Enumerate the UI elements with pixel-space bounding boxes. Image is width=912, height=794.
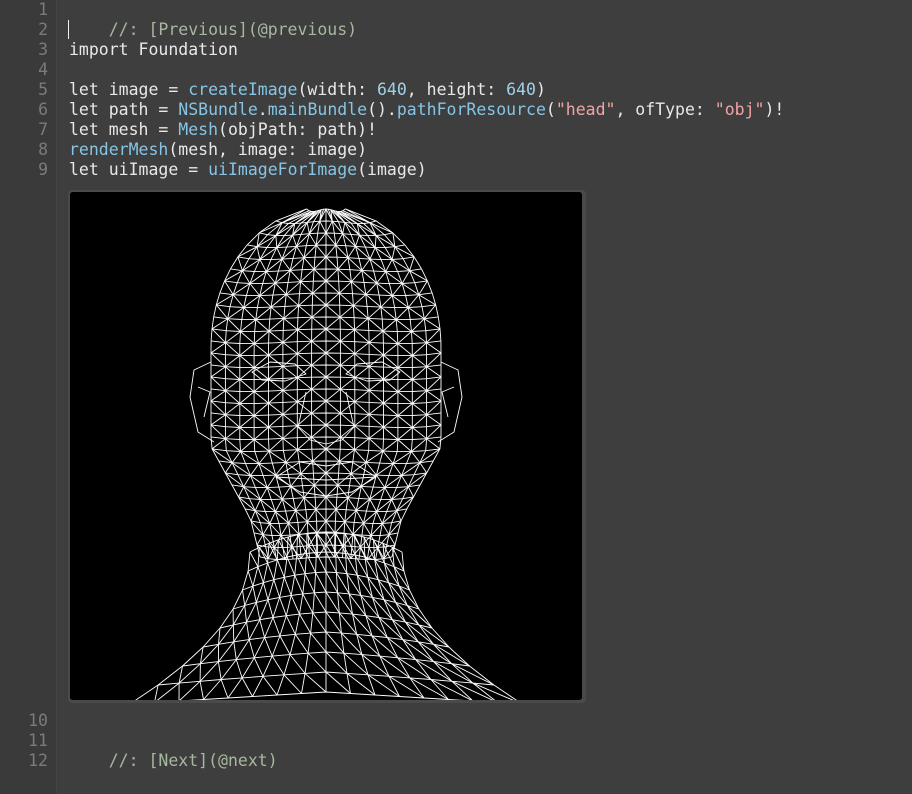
code-text: image = xyxy=(98,80,189,99)
code-line-11[interactable]: //: [Next](@next) xyxy=(69,731,278,770)
code-text: mesh = xyxy=(98,120,179,139)
function-name: pathForResource xyxy=(396,100,546,119)
previous-page-link-comment[interactable]: //: [Previous](@previous) xyxy=(109,20,357,39)
code-line-9[interactable]: let uiImage = uiImageForImage(image) xyxy=(69,160,427,180)
line-number: 4 xyxy=(38,60,48,79)
code-line-1[interactable]: //: [Previous](@previous) xyxy=(69,0,357,39)
code-text: path = xyxy=(98,100,179,119)
code-text: . xyxy=(257,100,268,119)
string-literal: "head" xyxy=(555,100,616,119)
code-line-8[interactable]: renderMesh(mesh, image: image) xyxy=(69,140,367,160)
module-name: Foundation xyxy=(128,40,238,59)
type-name: Mesh xyxy=(178,120,219,139)
code-text: uiImage = xyxy=(98,160,209,179)
line-number: 10 xyxy=(28,711,48,730)
line-number: 12 xyxy=(28,751,48,770)
code-text: , ofType: xyxy=(615,100,715,119)
line-number-gutter: 1 2 3 4 5 6 7 8 9 10 11 12 xyxy=(0,0,57,794)
number-literal: 640 xyxy=(506,80,536,99)
code-text: (width: xyxy=(297,80,377,99)
code-text: (). xyxy=(367,100,397,119)
line-number: 7 xyxy=(38,120,48,139)
code-line-3[interactable]: import Foundation xyxy=(69,40,238,60)
function-name: mainBundle xyxy=(267,100,368,119)
string-literal: "obj" xyxy=(714,100,765,119)
function-name: uiImageForImage xyxy=(208,160,358,179)
mesh-edge xyxy=(232,624,235,642)
code-text: ) xyxy=(535,80,546,99)
keyword-import: import xyxy=(69,40,129,59)
playground-editor[interactable]: 1 2 3 4 5 6 7 8 9 10 11 12 //: [Previous… xyxy=(0,0,912,794)
line-number: 8 xyxy=(38,140,48,159)
keyword-let: let xyxy=(69,160,99,179)
code-text: (image) xyxy=(357,160,427,179)
line-number: 5 xyxy=(38,80,48,99)
line-number: 3 xyxy=(38,40,48,59)
text-cursor xyxy=(68,20,69,39)
code-line-5[interactable]: let image = createImage(width: 640, heig… xyxy=(69,80,546,100)
line-number: 9 xyxy=(38,160,48,179)
code-line-7[interactable]: let mesh = Mesh(objPath: path)! xyxy=(69,120,377,140)
code-line-6[interactable]: let path = NSBundle.mainBundle().pathFor… xyxy=(69,100,784,120)
keyword-let: let xyxy=(69,120,99,139)
function-name: renderMesh xyxy=(69,140,169,159)
code-text: )! xyxy=(764,100,785,119)
type-name: NSBundle xyxy=(178,100,258,119)
next-page-link-comment[interactable]: //: [Next](@next) xyxy=(109,751,278,770)
inline-result-view[interactable] xyxy=(68,190,586,703)
line-number: 11 xyxy=(28,731,48,750)
function-name: createImage xyxy=(188,80,298,99)
line-number: 1 xyxy=(38,0,48,19)
code-text: (mesh, image: image) xyxy=(168,140,368,159)
keyword-let: let xyxy=(69,100,99,119)
wireframe-head-image xyxy=(70,192,582,700)
line-number: 6 xyxy=(38,100,48,119)
code-text: , height: xyxy=(406,80,507,99)
number-literal: 640 xyxy=(376,80,407,99)
code-text: (objPath: path)! xyxy=(218,120,377,139)
line-number: 2 xyxy=(38,20,48,39)
keyword-let: let xyxy=(69,80,99,99)
code-text: ( xyxy=(545,100,556,119)
